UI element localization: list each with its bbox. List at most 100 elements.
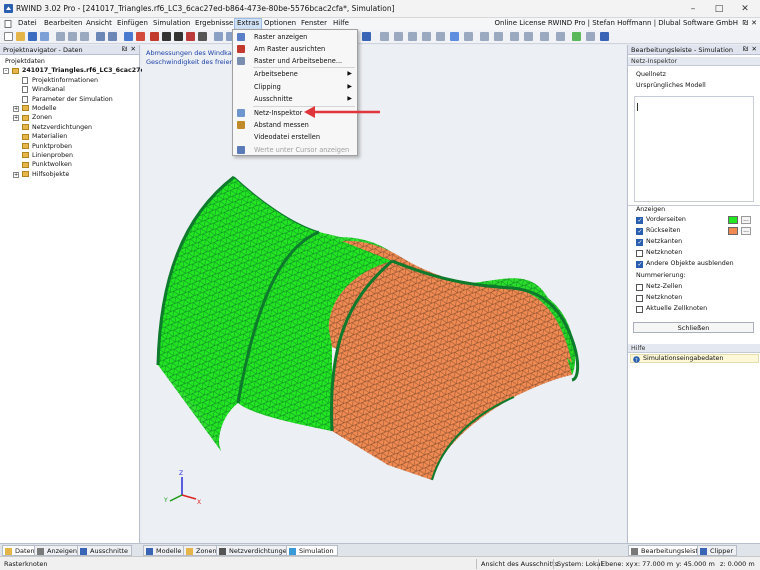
menu-item-am-raster-ausrichten[interactable]: Am Raster ausrichten: [233, 43, 357, 55]
paste-icon[interactable]: [80, 32, 89, 41]
print-icon[interactable]: [40, 32, 49, 41]
view-front-icon[interactable]: [436, 32, 445, 41]
probe-icon[interactable]: [540, 32, 549, 41]
color-picker-button[interactable]: ...: [741, 216, 751, 224]
help-item[interactable]: ? Simulationseingabedaten: [630, 354, 759, 363]
view-top-icon[interactable]: [422, 32, 431, 41]
checkbox-numbering-1[interactable]: [636, 295, 643, 302]
menu-bearbeiten[interactable]: Bearbeiten: [42, 19, 84, 27]
pan-icon[interactable]: [480, 32, 489, 41]
menu-simulation[interactable]: Simulation: [151, 19, 192, 27]
color-picker-button[interactable]: ...: [741, 227, 751, 235]
view-x-icon[interactable]: [380, 32, 389, 41]
minimize-button[interactable]: –: [680, 0, 706, 18]
tree-item[interactable]: Parameter der Simulation: [2, 95, 138, 104]
checkbox-andere-objekte-ausblenden[interactable]: [636, 261, 643, 268]
camera-icon[interactable]: [198, 32, 207, 41]
checkbox-numbering-2[interactable]: [636, 306, 643, 313]
select-icon[interactable]: [124, 32, 133, 41]
pin-icon[interactable]: ₪: [122, 45, 127, 53]
menu-item-raster-anzeigen[interactable]: Raster anzeigen: [233, 31, 357, 43]
options-icon[interactable]: [586, 32, 595, 41]
tree-item[interactable]: Windkanal: [2, 85, 138, 94]
tab-simulation[interactable]: Simulation: [286, 545, 338, 556]
close-button[interactable]: Schließen: [633, 322, 754, 333]
tab-bearbeitungsleiste[interactable]: Bearbeitungsleiste: [628, 545, 706, 556]
tab-netzverdichtungen[interactable]: Netzverdichtungen: [216, 545, 295, 556]
tab-ausschnitte[interactable]: Ausschnitte: [77, 545, 133, 556]
menu-item-abstand-messen[interactable]: Abstand messen: [233, 119, 357, 131]
save-icon[interactable]: [28, 32, 37, 41]
tree-item[interactable]: Netzverdichtungen: [2, 123, 138, 132]
cut-icon[interactable]: [56, 32, 65, 41]
tab-clipper[interactable]: Clipper: [697, 545, 738, 556]
zoom-all-icon[interactable]: [464, 32, 473, 41]
view-y-icon[interactable]: [394, 32, 403, 41]
menu-ergebnisse[interactable]: Ergebnisse: [193, 19, 235, 27]
copy-icon[interactable]: [68, 32, 77, 41]
redo-icon[interactable]: [108, 32, 117, 41]
streamline-icon[interactable]: [556, 32, 565, 41]
tree-item[interactable]: Projektinformationen: [2, 76, 138, 85]
rotate-icon[interactable]: [494, 32, 503, 41]
menu-item-arbeitsebene[interactable]: Arbeitsebene ▶: [233, 68, 357, 80]
menu-item-clipping[interactable]: Clipping ▶: [233, 81, 357, 93]
menu-ansicht[interactable]: Ansicht: [84, 19, 114, 27]
tree-item[interactable]: Punktproben: [2, 142, 138, 151]
solid-icon[interactable]: [174, 32, 183, 41]
menu-close-icon[interactable]: ✕: [751, 19, 757, 27]
tree-item[interactable]: Projektdaten: [2, 57, 138, 66]
section-icon[interactable]: [510, 32, 519, 41]
color-swatch[interactable]: [728, 216, 738, 224]
checkbox-netzkanten[interactable]: [636, 239, 643, 246]
pin-icon[interactable]: ₪: [743, 45, 748, 53]
check-icon[interactable]: [572, 32, 581, 41]
checkbox-netzknoten[interactable]: [636, 250, 643, 257]
tree-item[interactable]: + Zonen: [2, 113, 138, 122]
menu-item-raster-und-arbeitsebene[interactable]: Raster und Arbeitsebene...: [233, 55, 357, 67]
wireframe-icon[interactable]: [162, 32, 171, 41]
menu-fenster[interactable]: Fenster: [299, 19, 329, 27]
menu-pin-icon[interactable]: ₪: [743, 19, 749, 27]
close-window-button[interactable]: ✕: [732, 0, 758, 18]
tree-item[interactable]: Materialien: [2, 132, 138, 141]
checkbox-numbering-0[interactable]: [636, 284, 643, 291]
mesh-tool-icon[interactable]: [150, 32, 159, 41]
menu-hilfe[interactable]: Hilfe: [331, 19, 351, 27]
tree-item[interactable]: + Modelle: [2, 104, 138, 113]
tab-modelle[interactable]: Modelle: [143, 545, 186, 556]
collapse-icon[interactable]: –: [3, 68, 9, 75]
expand-icon[interactable]: +: [13, 115, 19, 122]
menu-datei[interactable]: Datei: [16, 19, 39, 27]
tree-item[interactable]: + Hilfsobjekte: [2, 170, 138, 179]
checkbox-rückseiten[interactable]: [636, 228, 643, 235]
grid-toggle-icon[interactable]: [600, 32, 609, 41]
maximize-button[interactable]: □: [706, 0, 732, 18]
color-swatch[interactable]: [728, 227, 738, 235]
undo-icon[interactable]: [96, 32, 105, 41]
menu-einfuegen[interactable]: Einfügen: [115, 19, 150, 27]
expand-icon[interactable]: +: [13, 105, 19, 112]
inspector-textarea[interactable]: [634, 96, 754, 202]
new-file-icon[interactable]: [4, 32, 13, 41]
display-icon[interactable]: [362, 32, 371, 41]
menu-optionen[interactable]: Optionen: [262, 19, 298, 27]
3d-viewport[interactable]: Abmessungen des Windkanals: Geschwindigk…: [142, 45, 626, 543]
view-z-icon[interactable]: [408, 32, 417, 41]
tab-anzeigen[interactable]: Anzeigen: [34, 545, 82, 556]
menu-item-videodatei-erstellen[interactable]: Videodatei erstellen: [233, 131, 357, 143]
zoom-icon[interactable]: [450, 32, 459, 41]
expand-icon[interactable]: +: [13, 171, 19, 178]
checkbox-vorderseiten[interactable]: [636, 217, 643, 224]
help-icon: ?: [633, 356, 640, 363]
tree-item[interactable]: Punktwolken: [2, 160, 138, 169]
tree-item[interactable]: – 241017_Triangles.rf6_LC3_6cac27ed: [2, 66, 149, 75]
tree-item[interactable]: Linienproben: [2, 151, 138, 160]
render-icon[interactable]: [186, 32, 195, 41]
close-icon[interactable]: ✕: [131, 45, 136, 53]
close-icon[interactable]: ✕: [752, 45, 757, 53]
measure-icon[interactable]: [524, 32, 533, 41]
open-folder-icon[interactable]: [16, 32, 25, 41]
snap-grid-icon[interactable]: [136, 32, 145, 41]
view-icon[interactable]: [214, 32, 223, 41]
